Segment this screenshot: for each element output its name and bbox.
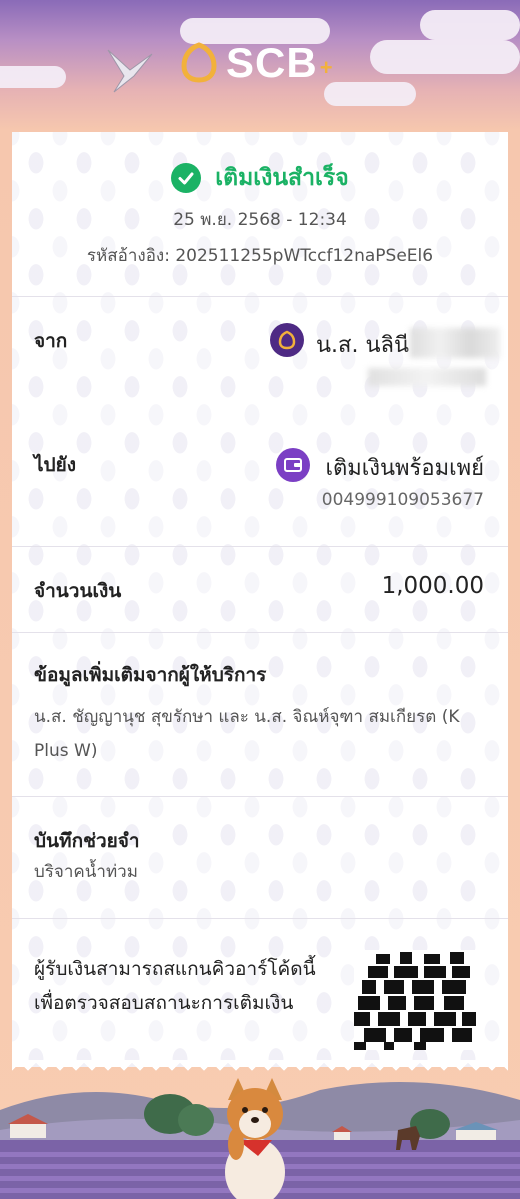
scb-logo-icon xyxy=(270,323,304,357)
footer-illustration xyxy=(0,1078,520,1199)
brand-name: SCB xyxy=(226,39,318,86)
to-number: 004999109053677 xyxy=(321,490,484,510)
receipt-card: เติมเงินสำเร็จ 25 พ.ย. 2568 - 12:34 รหัส… xyxy=(12,132,508,1067)
amount-label: จำนวนเงิน xyxy=(34,580,122,602)
to-label: ไปยัง xyxy=(34,454,77,476)
scb-logo-icon xyxy=(181,42,217,83)
qr-code[interactable] xyxy=(354,950,478,1050)
to-name: เติมเงินพร้อมเพย์ xyxy=(325,456,484,481)
from-label: จาก xyxy=(34,330,68,352)
cloud xyxy=(324,82,416,106)
divider xyxy=(12,546,508,547)
cloud xyxy=(0,66,66,88)
divider xyxy=(12,796,508,797)
app-header: SCB + xyxy=(0,0,520,132)
extra-info-text: น.ส. ชัญญานุช สุขรักษา และ น.ส. จิณห์จุฑ… xyxy=(34,707,460,761)
amount-value: 1,000.00 xyxy=(381,573,484,599)
qr-instruction: ผู้รับเงินสามารถสแกนคิวอาร์โค้ดนี้ เพื่อ… xyxy=(34,952,316,1020)
from-name-text: น.ส. นลินี xyxy=(316,333,410,358)
memo-label: บันทึกช่วยจำ xyxy=(34,830,140,852)
from-account-name: น.ส. นลินี xyxy=(316,327,409,362)
cloud xyxy=(370,40,520,74)
transaction-datetime: 25 พ.ย. 2568 - 12:34 xyxy=(173,210,347,230)
cloud xyxy=(420,10,520,40)
bird-icon xyxy=(107,49,153,93)
reference-number: รหัสอ้างอิง: 202511255pWTccf12naPSeEl6 xyxy=(86,246,434,266)
extra-info-label: ข้อมูลเพิ่มเติมจากผู้ให้บริการ xyxy=(34,664,267,686)
divider xyxy=(12,296,508,297)
redacted-account-number xyxy=(368,368,486,386)
divider xyxy=(12,632,508,633)
divider xyxy=(12,918,508,919)
brand-plus: + xyxy=(319,55,333,80)
wallet-icon xyxy=(276,448,310,482)
memo-text: บริจาคน้ำท่วม xyxy=(34,862,138,882)
redacted-name xyxy=(410,328,500,358)
qr-instruction-line1: ผู้รับเงินสามารถสแกนคิวอาร์โค้ดนี้ xyxy=(34,958,316,980)
status-row: เติมเงินสำเร็จ xyxy=(12,160,508,196)
status-text: เติมเงินสำเร็จ xyxy=(215,165,349,191)
check-circle-icon xyxy=(171,163,202,193)
scb-logo: SCB + xyxy=(178,42,333,84)
qr-instruction-line2: เพื่อตรวจสอบสถานะการเติมเงิน xyxy=(34,992,294,1014)
